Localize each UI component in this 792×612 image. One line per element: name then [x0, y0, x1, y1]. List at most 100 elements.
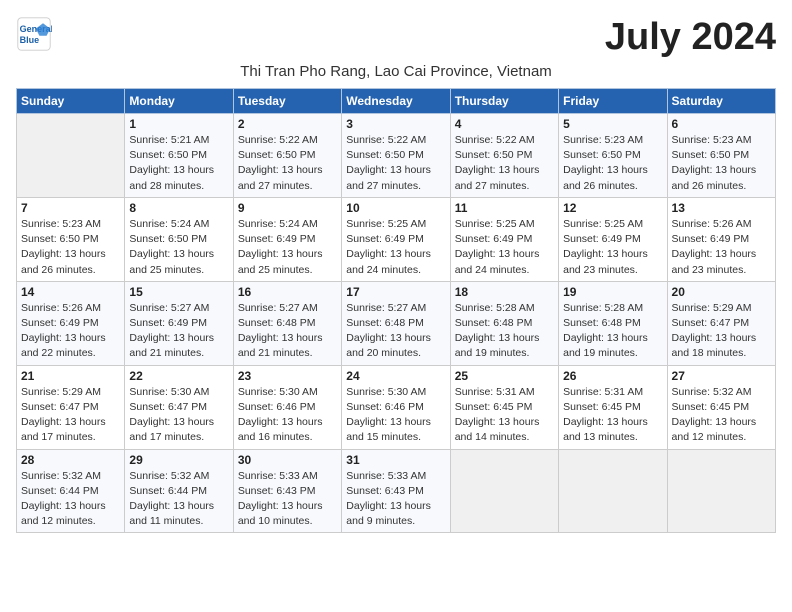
day-number: 22 [129, 369, 228, 383]
day-number: 29 [129, 453, 228, 467]
calendar-cell: 17 Sunrise: 5:27 AM Sunset: 6:48 PM Dayli… [342, 281, 450, 365]
day-info: Sunrise: 5:27 AM Sunset: 6:48 PM Dayligh… [238, 301, 337, 362]
day-info: Sunrise: 5:33 AM Sunset: 6:43 PM Dayligh… [346, 469, 445, 530]
calendar-cell: 12 Sunrise: 5:25 AM Sunset: 6:49 PM Dayli… [559, 197, 667, 281]
calendar-cell: 10 Sunrise: 5:25 AM Sunset: 6:49 PM Dayli… [342, 197, 450, 281]
day-number: 23 [238, 369, 337, 383]
day-number: 24 [346, 369, 445, 383]
calendar-cell: 31 Sunrise: 5:33 AM Sunset: 6:43 PM Dayli… [342, 449, 450, 533]
calendar-cell: 13Sunrise: 5:26 AM Sunset: 6:49 PM Dayli… [667, 197, 775, 281]
calendar-cell: 4 Sunrise: 5:22 AM Sunset: 6:50 PM Daylig… [450, 114, 558, 198]
day-number: 12 [563, 201, 662, 215]
day-number: 30 [238, 453, 337, 467]
day-info: Sunrise: 5:30 AM Sunset: 6:47 PM Dayligh… [129, 385, 228, 446]
calendar-table: SundayMondayTuesdayWednesdayThursdayFrid… [16, 88, 776, 533]
day-info: Sunrise: 5:23 AM Sunset: 6:50 PM Dayligh… [563, 133, 662, 194]
day-info: Sunrise: 5:29 AM Sunset: 6:47 PM Dayligh… [672, 301, 771, 362]
calendar-cell: 6 Sunrise: 5:23 AM Sunset: 6:50 PM Daylig… [667, 114, 775, 198]
calendar-cell: 25 Sunrise: 5:31 AM Sunset: 6:45 PM Dayli… [450, 365, 558, 449]
day-number: 19 [563, 285, 662, 299]
day-info: Sunrise: 5:21 AM Sunset: 6:50 PM Dayligh… [129, 133, 228, 194]
calendar-cell: 1 Sunrise: 5:21 AM Sunset: 6:50 PM Daylig… [125, 114, 233, 198]
day-info: Sunrise: 5:24 AM Sunset: 6:49 PM Dayligh… [238, 217, 337, 278]
day-info: Sunrise: 5:23 AM Sunset: 6:50 PM Dayligh… [672, 133, 771, 194]
calendar-cell: 7 Sunrise: 5:23 AM Sunset: 6:50 PM Daylig… [17, 197, 125, 281]
day-number: 8 [129, 201, 228, 215]
calendar-cell: 28Sunrise: 5:32 AM Sunset: 6:44 PM Dayli… [17, 449, 125, 533]
subtitle: Thi Tran Pho Rang, Lao Cai Province, Vie… [16, 63, 776, 80]
calendar-cell [667, 449, 775, 533]
day-number: 27 [672, 369, 771, 383]
weekday-header-thursday: Thursday [450, 89, 558, 114]
day-info: Sunrise: 5:23 AM Sunset: 6:50 PM Dayligh… [21, 217, 120, 278]
calendar-cell: 20 Sunrise: 5:29 AM Sunset: 6:47 PM Dayli… [667, 281, 775, 365]
calendar-cell: 8 Sunrise: 5:24 AM Sunset: 6:50 PM Daylig… [125, 197, 233, 281]
weekday-header-saturday: Saturday [667, 89, 775, 114]
day-info: Sunrise: 5:26 AM Sunset: 6:49 PM Dayligh… [672, 217, 771, 278]
day-number: 10 [346, 201, 445, 215]
day-number: 5 [563, 117, 662, 131]
day-number: 7 [21, 201, 120, 215]
calendar-cell [450, 449, 558, 533]
day-info: Sunrise: 5:32 AM Sunset: 6:44 PM Dayligh… [129, 469, 228, 530]
day-info: Sunrise: 5:27 AM Sunset: 6:48 PM Dayligh… [346, 301, 445, 362]
day-info: Sunrise: 5:30 AM Sunset: 6:46 PM Dayligh… [238, 385, 337, 446]
calendar-cell: 5 Sunrise: 5:23 AM Sunset: 6:50 PM Daylig… [559, 114, 667, 198]
day-info: Sunrise: 5:30 AM Sunset: 6:46 PM Dayligh… [346, 385, 445, 446]
calendar-cell: 21Sunrise: 5:29 AM Sunset: 6:47 PM Dayli… [17, 365, 125, 449]
day-number: 3 [346, 117, 445, 131]
day-info: Sunrise: 5:22 AM Sunset: 6:50 PM Dayligh… [346, 133, 445, 194]
day-number: 11 [455, 201, 554, 215]
calendar-cell: 26Sunrise: 5:31 AM Sunset: 6:45 PM Dayli… [559, 365, 667, 449]
day-number: 21 [21, 369, 120, 383]
day-info: Sunrise: 5:26 AM Sunset: 6:49 PM Dayligh… [21, 301, 120, 362]
calendar-cell: 29 Sunrise: 5:32 AM Sunset: 6:44 PM Dayli… [125, 449, 233, 533]
calendar-cell: 27 Sunrise: 5:32 AM Sunset: 6:45 PM Dayli… [667, 365, 775, 449]
day-number: 2 [238, 117, 337, 131]
day-info: Sunrise: 5:27 AM Sunset: 6:49 PM Dayligh… [129, 301, 228, 362]
weekday-header-sunday: Sunday [17, 89, 125, 114]
weekday-header-monday: Monday [125, 89, 233, 114]
calendar-cell [559, 449, 667, 533]
weekday-header-friday: Friday [559, 89, 667, 114]
calendar-cell: 2 Sunrise: 5:22 AM Sunset: 6:50 PM Daylig… [233, 114, 341, 198]
day-number: 14 [21, 285, 120, 299]
day-info: Sunrise: 5:25 AM Sunset: 6:49 PM Dayligh… [455, 217, 554, 278]
weekday-header-wednesday: Wednesday [342, 89, 450, 114]
day-number: 1 [129, 117, 228, 131]
calendar-cell: 9 Sunrise: 5:24 AM Sunset: 6:49 PM Daylig… [233, 197, 341, 281]
calendar-cell: 15 Sunrise: 5:27 AM Sunset: 6:49 PM Dayli… [125, 281, 233, 365]
day-number: 18 [455, 285, 554, 299]
day-number: 17 [346, 285, 445, 299]
calendar-cell: 18 Sunrise: 5:28 AM Sunset: 6:48 PM Dayli… [450, 281, 558, 365]
day-info: Sunrise: 5:28 AM Sunset: 6:48 PM Dayligh… [455, 301, 554, 362]
day-number: 25 [455, 369, 554, 383]
day-info: Sunrise: 5:25 AM Sunset: 6:49 PM Dayligh… [346, 217, 445, 278]
day-info: Sunrise: 5:31 AM Sunset: 6:45 PM Dayligh… [455, 385, 554, 446]
calendar-cell: 30Sunrise: 5:33 AM Sunset: 6:43 PM Dayli… [233, 449, 341, 533]
month-title: July 2024 [605, 16, 776, 59]
day-info: Sunrise: 5:22 AM Sunset: 6:50 PM Dayligh… [238, 133, 337, 194]
day-info: Sunrise: 5:22 AM Sunset: 6:50 PM Dayligh… [455, 133, 554, 194]
calendar-cell [17, 114, 125, 198]
day-number: 20 [672, 285, 771, 299]
day-info: Sunrise: 5:25 AM Sunset: 6:49 PM Dayligh… [563, 217, 662, 278]
day-number: 15 [129, 285, 228, 299]
calendar-cell: 19Sunrise: 5:28 AM Sunset: 6:48 PM Dayli… [559, 281, 667, 365]
calendar-cell: 16Sunrise: 5:27 AM Sunset: 6:48 PM Dayli… [233, 281, 341, 365]
day-number: 31 [346, 453, 445, 467]
day-number: 4 [455, 117, 554, 131]
calendar-cell: 24 Sunrise: 5:30 AM Sunset: 6:46 PM Dayli… [342, 365, 450, 449]
svg-text:Blue: Blue [20, 35, 40, 45]
calendar-cell: 3 Sunrise: 5:22 AM Sunset: 6:50 PM Daylig… [342, 114, 450, 198]
day-number: 9 [238, 201, 337, 215]
calendar-cell: 11 Sunrise: 5:25 AM Sunset: 6:49 PM Dayli… [450, 197, 558, 281]
day-info: Sunrise: 5:31 AM Sunset: 6:45 PM Dayligh… [563, 385, 662, 446]
day-number: 6 [672, 117, 771, 131]
logo-icon: General Blue [16, 16, 52, 52]
day-info: Sunrise: 5:24 AM Sunset: 6:50 PM Dayligh… [129, 217, 228, 278]
day-info: Sunrise: 5:32 AM Sunset: 6:45 PM Dayligh… [672, 385, 771, 446]
day-number: 28 [21, 453, 120, 467]
logo: General Blue [16, 16, 52, 52]
calendar-cell: 14 Sunrise: 5:26 AM Sunset: 6:49 PM Dayli… [17, 281, 125, 365]
